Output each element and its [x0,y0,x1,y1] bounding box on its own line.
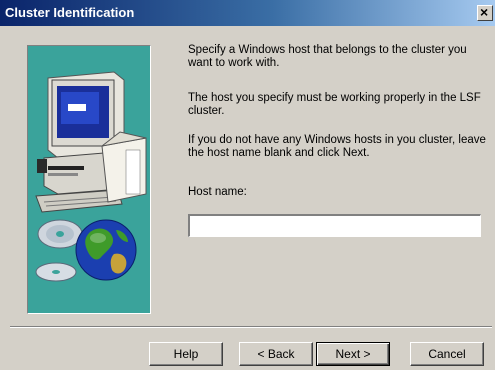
close-button[interactable]: × [477,4,493,21]
cancel-button[interactable]: Cancel [410,342,484,366]
computer-icon [35,71,147,213]
title-bar[interactable]: Cluster Identification × [0,0,495,26]
cd-disc-icon [35,219,83,282]
dialog-window: Cluster Identification × Specify a Windo… [0,0,495,370]
requirement-text: The host you specify must be working pro… [188,92,481,117]
globe-icon [75,219,137,281]
button-separator [10,326,492,328]
instruction-text: Specify a Windows host that belongs to t… [188,44,467,69]
close-icon: × [480,4,489,20]
host-name-input[interactable] [188,214,481,237]
next-button[interactable]: Next > [316,342,390,366]
host-name-label: Host name: [188,186,247,198]
help-button[interactable]: Help [149,342,223,366]
window-title: Cluster Identification [5,5,135,20]
wizard-illustration [27,45,151,314]
back-button[interactable]: < Back [239,342,313,366]
blank-host-hint-text: If you do not have any Windows hosts in … [188,134,486,159]
